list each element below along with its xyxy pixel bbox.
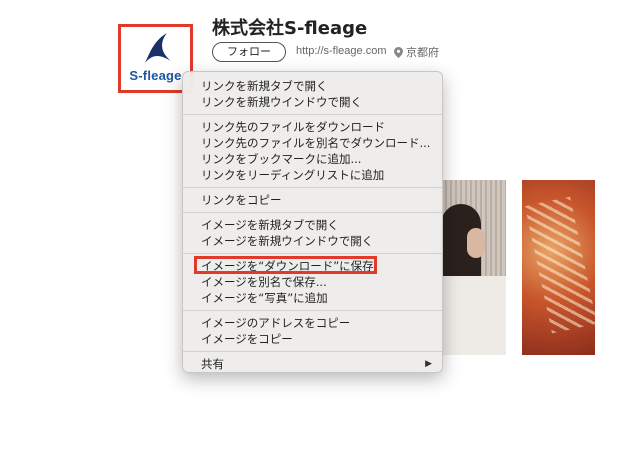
menu-separator: [183, 212, 442, 213]
menu-group-image-save: イメージを“ダウンロード”に保存 イメージを別名で保存... イメージを“写真”…: [183, 258, 442, 306]
follow-button[interactable]: フォロー: [212, 42, 286, 62]
menu-item-bookmark-link[interactable]: リンクをブックマークに追加...: [183, 151, 442, 167]
menu-item-add-link-reading-list[interactable]: リンクをリーディングリストに追加: [183, 167, 442, 183]
menu-group-link-open: リンクを新規タブで開く リンクを新規ウインドウで開く: [183, 78, 442, 110]
location-pin-icon: [394, 46, 403, 58]
website-link[interactable]: http://s-fleage.com: [296, 45, 387, 57]
office-photo-image[interactable]: [437, 180, 506, 355]
menu-item-copy-image[interactable]: イメージをコピー: [183, 331, 442, 347]
menu-group-image-open: イメージを新規タブで開く イメージを新規ウインドウで開く: [183, 217, 442, 249]
menu-item-open-link-new-tab[interactable]: リンクを新規タブで開く: [183, 78, 442, 94]
context-menu: リンクを新規タブで開く リンクを新規ウインドウで開く リンク先のファイルをダウン…: [182, 71, 443, 373]
wave-logo-icon: [145, 33, 171, 63]
menu-item-copy-link[interactable]: リンクをコピー: [183, 192, 442, 208]
menu-item-download-linked-file[interactable]: リンク先のファイルをダウンロード: [183, 119, 442, 135]
menu-item-save-image-to-downloads[interactable]: イメージを“ダウンロード”に保存: [183, 258, 442, 274]
menu-item-share[interactable]: 共有 ▶: [183, 356, 442, 372]
logo-text: S-fleage: [129, 68, 182, 83]
menu-separator: [183, 187, 442, 188]
submenu-arrow-icon: ▶: [425, 359, 432, 369]
kimono-photo-image[interactable]: [522, 180, 598, 355]
location-text: 京都府: [406, 46, 439, 59]
company-name: 株式会社S-fleage: [212, 18, 368, 39]
menu-group-share: 共有 ▶: [183, 356, 442, 372]
menu-separator: [183, 253, 442, 254]
menu-separator: [183, 310, 442, 311]
menu-separator: [183, 114, 442, 115]
photo-person-shirt: [437, 276, 506, 355]
menu-group-link-file: リンク先のファイルをダウンロード リンク先のファイルを別名でダウンロード... …: [183, 119, 442, 183]
menu-item-open-link-new-window[interactable]: リンクを新規ウインドウで開く: [183, 94, 442, 110]
menu-item-download-linked-file-as[interactable]: リンク先のファイルを別名でダウンロード...: [183, 135, 442, 151]
menu-item-share-label: 共有: [201, 357, 224, 371]
menu-item-open-image-new-tab[interactable]: イメージを新規タブで開く: [183, 217, 442, 233]
menu-item-save-image-as[interactable]: イメージを別名で保存...: [183, 274, 442, 290]
kimono-pattern: [524, 196, 598, 334]
menu-separator: [183, 351, 442, 352]
menu-item-add-image-to-photos[interactable]: イメージを“写真”に追加: [183, 290, 442, 306]
menu-group-image-copy: イメージのアドレスをコピー イメージをコピー: [183, 315, 442, 347]
menu-group-link-copy: リンクをコピー: [183, 192, 442, 208]
menu-item-copy-image-address[interactable]: イメージのアドレスをコピー: [183, 315, 442, 331]
location: 京都府: [394, 44, 439, 60]
menu-item-open-image-new-window[interactable]: イメージを新規ウインドウで開く: [183, 233, 442, 249]
photo-person-face: [467, 228, 485, 258]
